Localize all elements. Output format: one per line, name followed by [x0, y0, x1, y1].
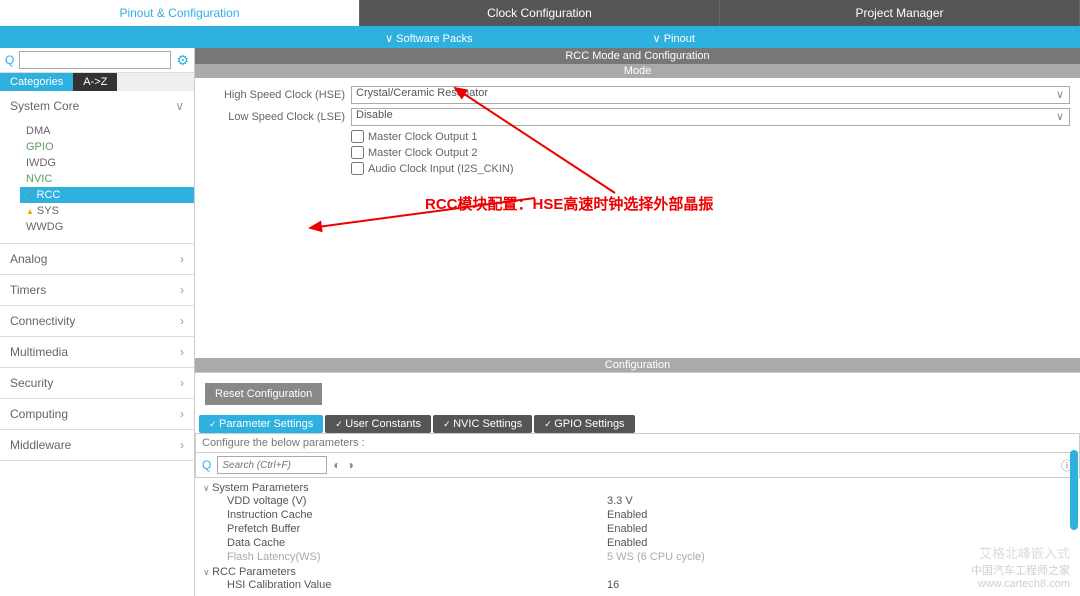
- software-packs-dropdown[interactable]: ∨ Software Packs: [385, 32, 473, 45]
- param-row: Flash Latency(WS)5 WS (6 CPU cycle): [203, 550, 1072, 564]
- group-rcc-parameters[interactable]: RCC Parameters: [203, 566, 1072, 578]
- annotation-text: RCC模块配置：HSE高速时钟选择外部晶振: [425, 193, 713, 214]
- mco2-checkbox[interactable]: [351, 146, 364, 159]
- sidebar-item-gpio[interactable]: GPIO: [20, 139, 194, 155]
- sidebar: Q ⚙ Categories A->Z System Core ∨ DMA GP…: [0, 48, 195, 596]
- sidebar-item-iwdg[interactable]: IWDG: [20, 155, 194, 171]
- tab-pinout-config[interactable]: Pinout & Configuration: [0, 0, 360, 26]
- param-row: Instruction CacheEnabled: [203, 508, 1072, 522]
- chevron-right-icon: ›: [180, 407, 184, 421]
- sidebar-item-dma[interactable]: DMA: [20, 123, 194, 139]
- chevron-right-icon: ›: [180, 376, 184, 390]
- param-expand-icon[interactable]: ◑: [347, 458, 354, 472]
- group-middleware[interactable]: Middleware›: [0, 430, 194, 460]
- subtab-nvic-settings[interactable]: NVIC Settings: [433, 415, 532, 433]
- sidebar-item-nvic[interactable]: NVIC: [20, 171, 194, 187]
- mco1-checkbox[interactable]: [351, 130, 364, 143]
- param-row: VDD voltage (V)3.3 V: [203, 494, 1072, 508]
- chevron-right-icon: ›: [180, 314, 184, 328]
- top-tab-bar: Pinout & Configuration Clock Configurati…: [0, 0, 1080, 28]
- pinout-dropdown[interactable]: ∨ Pinout: [653, 32, 695, 45]
- subtab-gpio-settings[interactable]: GPIO Settings: [534, 415, 634, 433]
- chevron-right-icon: ›: [180, 345, 184, 359]
- group-system-core-label: System Core: [10, 99, 79, 113]
- scrollbar-thumb[interactable]: [1070, 450, 1078, 530]
- param-row: Prefetch BufferEnabled: [203, 522, 1072, 536]
- configuration-header: Configuration: [195, 358, 1080, 372]
- chevron-down-icon: ∨: [175, 99, 184, 113]
- mode-header: Mode: [195, 64, 1080, 78]
- sidebar-item-wwdg[interactable]: WWDG: [20, 219, 194, 235]
- subtab-parameter-settings[interactable]: Parameter Settings: [199, 415, 323, 433]
- param-row: Data CacheEnabled: [203, 536, 1072, 550]
- group-system-parameters[interactable]: System Parameters: [203, 482, 1072, 494]
- param-row: HSI Calibration Value16: [203, 578, 1072, 592]
- tab-project-manager[interactable]: Project Manager: [720, 0, 1080, 26]
- tab-clock-config[interactable]: Clock Configuration: [360, 0, 720, 26]
- search-icon: Q: [5, 53, 14, 67]
- search-icon: Q: [202, 458, 211, 472]
- mco1-label: Master Clock Output 1: [368, 131, 477, 143]
- group-timers[interactable]: Timers›: [0, 275, 194, 305]
- subtab-user-constants[interactable]: User Constants: [325, 415, 431, 433]
- categories-tab[interactable]: Categories: [0, 73, 73, 91]
- sub-bar: ∨ Software Packs ∨ Pinout: [0, 28, 1080, 48]
- hse-select[interactable]: Crystal/Ceramic Resonator: [351, 86, 1070, 104]
- param-collapse-icon[interactable]: ◐: [333, 458, 340, 472]
- sidebar-search-input[interactable]: [19, 51, 171, 69]
- watermark: 艾格北峰嵌入式 中国汽车工程师之家 www.cartech8.com: [971, 543, 1070, 590]
- sidebar-item-sys[interactable]: SYS: [20, 203, 194, 219]
- group-computing[interactable]: Computing›: [0, 399, 194, 429]
- sidebar-item-rcc[interactable]: RCC: [20, 187, 194, 203]
- audio-checkbox[interactable]: [351, 162, 364, 175]
- group-system-core[interactable]: System Core ∨: [0, 91, 194, 121]
- reset-configuration-button[interactable]: Reset Configuration: [205, 383, 322, 405]
- panel-title: RCC Mode and Configuration: [195, 48, 1080, 64]
- parameter-list: System Parameters VDD voltage (V)3.3 V I…: [195, 478, 1080, 596]
- chevron-right-icon: ›: [180, 438, 184, 452]
- group-connectivity[interactable]: Connectivity›: [0, 306, 194, 336]
- group-multimedia[interactable]: Multimedia›: [0, 337, 194, 367]
- configure-hint: Configure the below parameters :: [195, 433, 1080, 452]
- hse-label: High Speed Clock (HSE): [205, 89, 345, 101]
- lse-label: Low Speed Clock (LSE): [205, 111, 345, 123]
- group-security[interactable]: Security›: [0, 368, 194, 398]
- main-panel: RCC Mode and Configuration Mode High Spe…: [195, 48, 1080, 596]
- az-tab[interactable]: A->Z: [73, 73, 117, 91]
- group-analog[interactable]: Analog›: [0, 244, 194, 274]
- param-search-input[interactable]: [217, 456, 327, 474]
- settings-gear-icon[interactable]: ⚙: [176, 52, 189, 69]
- mco2-label: Master Clock Output 2: [368, 147, 477, 159]
- audio-label: Audio Clock Input (I2S_CKIN): [368, 163, 514, 175]
- chevron-right-icon: ›: [180, 283, 184, 297]
- lse-select[interactable]: Disable: [351, 108, 1070, 126]
- chevron-right-icon: ›: [180, 252, 184, 266]
